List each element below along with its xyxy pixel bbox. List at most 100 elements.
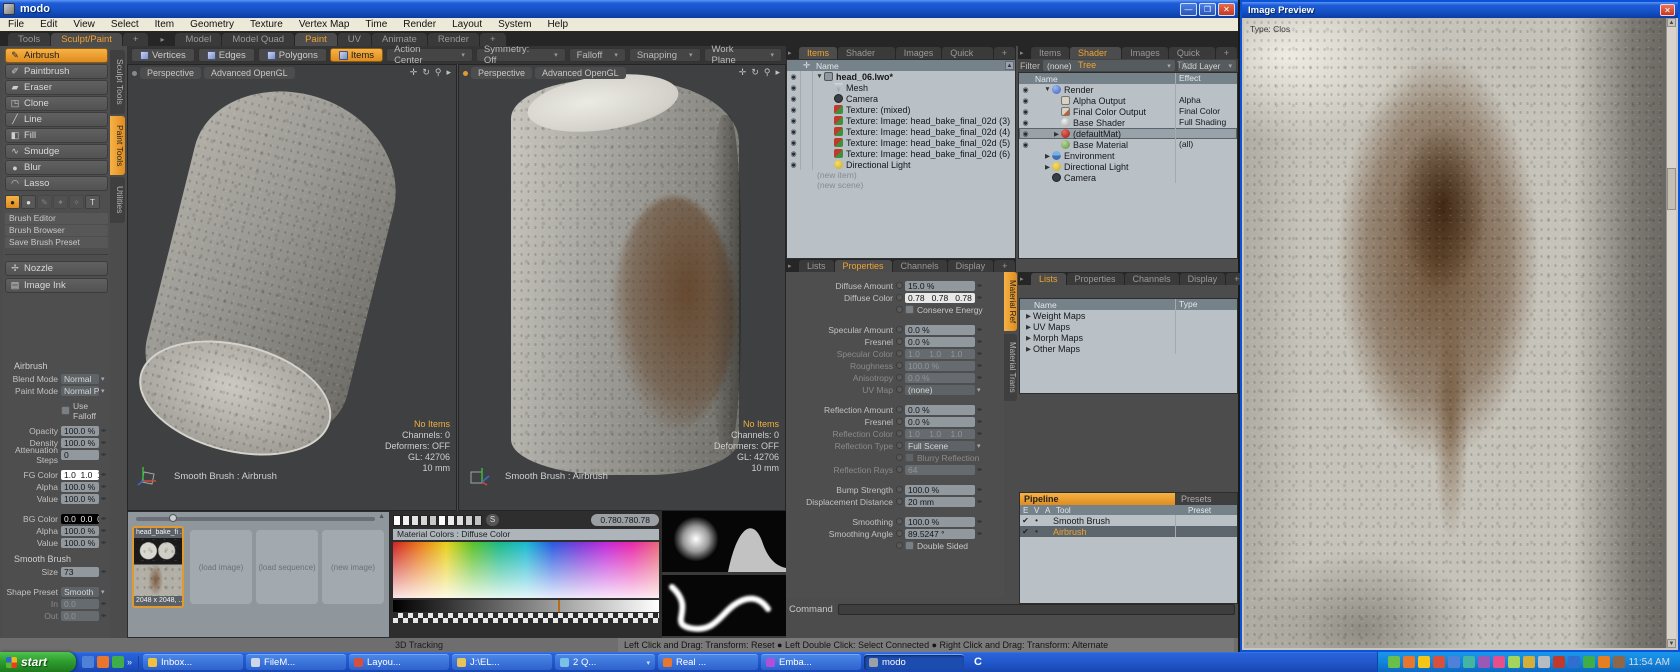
- tray-icon[interactable]: [1583, 656, 1595, 668]
- image-thumbnail-selected[interactable]: head_bake_fi ... 2048 x 2048, ...: [132, 526, 184, 608]
- magnify-icon[interactable]: ⚲: [764, 67, 771, 78]
- rotate-icon[interactable]: ↻: [751, 67, 759, 78]
- field-value-fg-color[interactable]: 1.0 1.0 1.0: [61, 470, 99, 480]
- spinner-icon[interactable]: ◂▸: [975, 486, 984, 493]
- env-toggle-icon[interactable]: [896, 454, 903, 461]
- tray-icon[interactable]: [1433, 656, 1445, 668]
- renderer-pill[interactable]: Advanced OpenGL: [204, 67, 295, 79]
- menu-item-edit[interactable]: Edit: [32, 18, 65, 31]
- scroll-up-icon[interactable]: ▲: [1005, 61, 1014, 70]
- material-tab-material-ref[interactable]: Material Ref: [1004, 272, 1017, 331]
- spinner-icon[interactable]: ◂▸: [975, 362, 984, 369]
- env-toggle-icon[interactable]: [896, 374, 903, 381]
- title-bar[interactable]: modo — ❐ ✕: [0, 0, 1238, 18]
- item-row[interactable]: ◉Texture: Image: head_bake_final_02d (5): [787, 137, 1015, 148]
- list-row[interactable]: ▶Other Maps: [1020, 343, 1237, 354]
- dropdown-work-plane[interactable]: Work Plane▾: [704, 48, 782, 62]
- visible-dot-icon[interactable]: •: [1031, 527, 1042, 536]
- color-swatch[interactable]: [393, 515, 401, 526]
- pipeline-row[interactable]: ✔•Smooth Brush: [1020, 515, 1237, 526]
- minimize-button[interactable]: —: [1180, 3, 1197, 16]
- menu-item-geometry[interactable]: Geometry: [182, 18, 242, 31]
- field-value-uv-map[interactable]: (none): [905, 385, 975, 395]
- items-tab-items[interactable]: Items: [799, 47, 837, 59]
- start-button[interactable]: start: [0, 652, 76, 672]
- brush-tip-bristle-icon[interactable]: ✎: [37, 195, 52, 209]
- taskbar-app-icon[interactable]: C: [968, 656, 988, 668]
- expand-arrow-icon[interactable]: ▶: [1024, 312, 1033, 320]
- eye-icon[interactable]: ◉: [787, 117, 800, 125]
- item-row[interactable]: ◉Texture: Image: head_bake_final_02d (4): [787, 126, 1015, 137]
- eye-icon[interactable]: ◉: [1019, 97, 1032, 105]
- layout-tab-uv[interactable]: UV: [338, 33, 371, 46]
- items-tab-item[interactable]: +: [994, 47, 1015, 59]
- checkbox-double-sided[interactable]: [905, 541, 914, 550]
- field-value-alpha[interactable]: 100.0 %: [61, 526, 99, 536]
- expand-arrow-icon[interactable]: ▶: [1024, 345, 1033, 353]
- color-swatch[interactable]: [420, 515, 428, 526]
- quick-launch-icon[interactable]: [82, 656, 94, 668]
- tray-icon[interactable]: [1388, 656, 1400, 668]
- spinner-icon[interactable]: ◂▸: [975, 350, 984, 357]
- tray-icon[interactable]: [1478, 656, 1490, 668]
- eye-icon[interactable]: ◉: [787, 161, 800, 169]
- field-value-fresnel[interactable]: 0.0 %: [905, 337, 975, 347]
- env-toggle-icon[interactable]: [896, 518, 903, 525]
- brush-browser-button[interactable]: Brush Browser: [5, 225, 108, 236]
- field-value-reflection-type[interactable]: Full Scene: [905, 441, 975, 451]
- new-item-row[interactable]: (new item): [787, 170, 1015, 180]
- env-toggle-icon[interactable]: [896, 350, 903, 357]
- layout-tab-paint[interactable]: Paint: [295, 33, 337, 46]
- task-button-layou[interactable]: Layou...: [349, 654, 449, 670]
- shader-row[interactable]: ◉Final Color OutputFinal Color: [1019, 106, 1237, 117]
- vertical-tab-utilities[interactable]: Utilities: [110, 177, 125, 222]
- texture-preview-image[interactable]: [1244, 18, 1666, 648]
- spinner-icon[interactable]: ◂▸: [975, 518, 984, 525]
- brush-editor-button[interactable]: Brush Editor: [5, 213, 108, 224]
- slider-knob[interactable]: [169, 514, 177, 522]
- props-tab-display[interactable]: Display: [948, 260, 994, 272]
- items-tab-quick-tips[interactable]: Quick Tips: [942, 47, 993, 59]
- env-toggle-icon[interactable]: [896, 326, 903, 333]
- field-value-diffuse-color[interactable]: 0.78 0.78 0.78: [905, 293, 975, 303]
- color-swatch[interactable]: [429, 515, 437, 526]
- field-value-smoothing-angle[interactable]: 89.5247 °: [905, 529, 975, 539]
- enable-check-icon[interactable]: ✔: [1020, 527, 1031, 536]
- spinner-icon[interactable]: ◂▸: [99, 527, 108, 534]
- env-toggle-icon[interactable]: [896, 466, 903, 473]
- nozzle-button[interactable]: ✢Nozzle: [5, 261, 108, 276]
- menu-item-view[interactable]: View: [65, 18, 103, 31]
- menu-item-item[interactable]: Item: [147, 18, 182, 31]
- tray-icon[interactable]: [1553, 656, 1565, 668]
- eye-icon[interactable]: ◉: [787, 84, 800, 92]
- field-value-out[interactable]: 0.0: [61, 611, 99, 621]
- field-value-reflection-amount[interactable]: 0.0 %: [905, 405, 975, 415]
- field-value-attenuation-steps[interactable]: 0: [61, 450, 99, 460]
- quick-launch-icon[interactable]: [112, 656, 124, 668]
- field-value-blend-mode[interactable]: Normal: [61, 374, 99, 384]
- workspace-tab-sculpt-paint[interactable]: Sculpt/Paint: [51, 33, 122, 46]
- env-toggle-icon[interactable]: [896, 338, 903, 345]
- presets-tab[interactable]: Presets: [1175, 493, 1237, 505]
- tray-icon[interactable]: [1448, 656, 1460, 668]
- shader-row[interactable]: ◉Base ShaderFull Shading: [1019, 117, 1237, 128]
- layout-tab-model-quad[interactable]: Model Quad: [222, 33, 294, 46]
- lists-tab-channels[interactable]: Channels: [1125, 273, 1179, 285]
- close-button[interactable]: ✕: [1218, 3, 1235, 16]
- item-row[interactable]: ◉Camera: [787, 93, 1015, 104]
- spinner-icon[interactable]: ◂▸: [99, 515, 108, 522]
- field-value-bump-strength[interactable]: 100.0 %: [905, 485, 975, 495]
- dropdown-snapping[interactable]: Snapping▾: [629, 48, 701, 62]
- spinner-icon[interactable]: ◂▸: [975, 466, 984, 473]
- vertical-tab-paint-tools[interactable]: Paint Tools: [110, 116, 125, 175]
- field-value-density[interactable]: 100.0 %: [61, 438, 99, 448]
- dropdown-symmetry-off[interactable]: Symmetry: Off▾: [476, 48, 566, 62]
- eye-icon[interactable]: ◉: [787, 73, 800, 81]
- env-toggle-icon[interactable]: [896, 362, 903, 369]
- expand-arrow-icon[interactable]: ▶: [1024, 334, 1033, 342]
- spinner-icon[interactable]: ◂▸: [99, 427, 108, 434]
- scroll-up-icon[interactable]: ▲: [1667, 18, 1676, 27]
- shader-row[interactable]: ▶Directional Light: [1019, 161, 1237, 172]
- brush-tip-hard-icon[interactable]: ●: [21, 195, 36, 209]
- tool-paintbrush[interactable]: ✐Paintbrush: [5, 64, 108, 79]
